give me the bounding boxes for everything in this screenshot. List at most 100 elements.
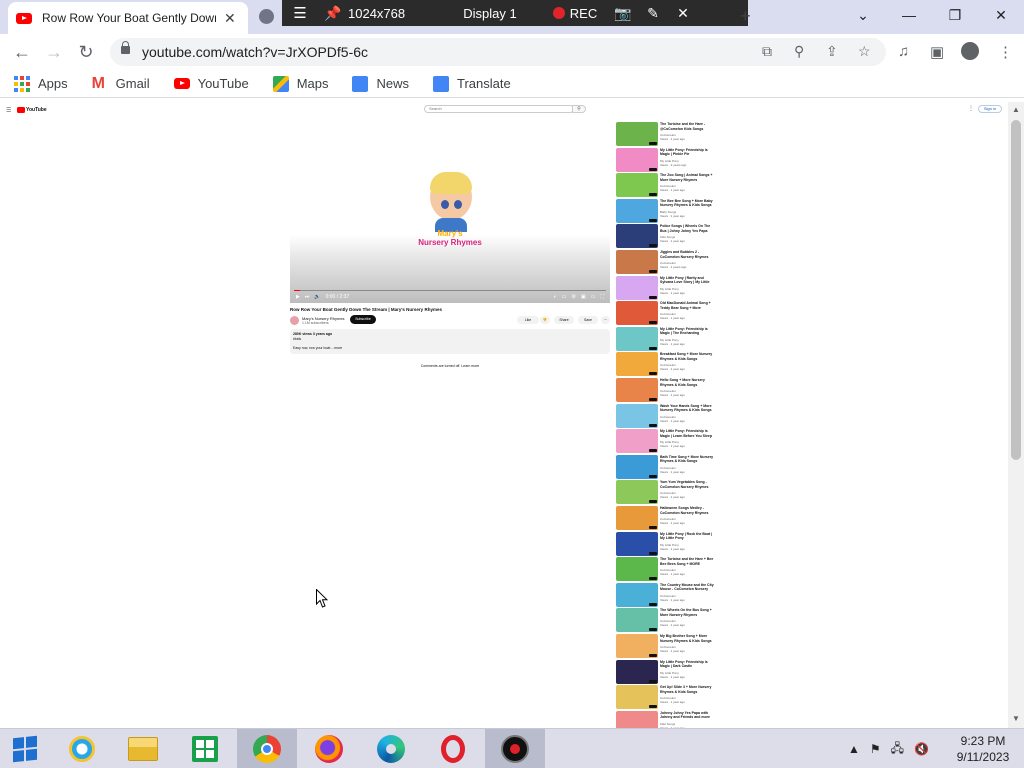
scroll-down-icon[interactable]: ▼ [1012,714,1020,723]
volume-muted-icon[interactable]: 🔇 [914,742,929,756]
related-video-thumbnail[interactable] [616,557,658,582]
related-video-title[interactable]: Breakfast Song + More Nursery Rhymes & K… [660,352,714,361]
back-button[interactable]: ← [10,42,34,63]
youtube-logo[interactable]: YouTube [17,107,47,113]
related-video-title[interactable]: Old MacDonald Animal Song + Teddy Bear S… [660,301,714,310]
related-video-thumbnail[interactable] [616,301,658,326]
related-video-thumbnail[interactable] [616,198,658,223]
bookmark-news[interactable]: News [352,75,409,92]
related-video-title[interactable]: Halloween Songs Medley - CoComelon Nurse… [660,506,714,515]
related-video-item[interactable]: The Tortoise and the Hare + Bee Bee Bees… [616,557,716,582]
bookmark-youtube[interactable]: YouTube [173,76,249,91]
side-panel-icon[interactable]: ▣ [930,43,944,61]
taskbar-recorder[interactable] [485,729,545,768]
related-video-title[interactable]: My Little Pony: Friendship is Magic | Pi… [660,148,714,157]
related-video-title[interactable]: Hello Song + More Nursery Rhymes & Kids … [660,378,714,387]
related-video-title[interactable]: The Zoo Song | Animal Songs + More Nurse… [660,173,714,182]
related-video-item[interactable]: Yum Yum Vegetables Song - CoComelon Nurs… [616,480,716,505]
related-video-thumbnail[interactable] [616,634,658,658]
taskbar-internet-explorer[interactable] [52,729,112,768]
related-video-title[interactable]: My Little Pony | Rock the Boat | My Litt… [660,532,714,541]
related-video-thumbnail[interactable] [616,326,658,351]
related-video-item[interactable]: Get Up! Slide 3 + More Nursery Rhymes & … [616,685,716,710]
address-bar[interactable]: youtube.com/watch?v=JrXOPDf5-6c ⧉ ⚲ ⇪ ☆ [110,38,886,66]
volume-icon[interactable]: 🔈 [314,294,320,300]
related-video-item[interactable]: Hello Song + More Nursery Rhymes & Kids … [616,378,716,403]
related-video-item[interactable]: My Little Pony | Rock the Boat | My Litt… [616,531,716,557]
related-video-item[interactable]: Jiggles and Bubbles 2 - CoComelon Nurser… [616,250,716,275]
new-tab-button[interactable]: + [740,6,751,27]
bookmark-translate[interactable]: Translate [433,75,511,92]
zoom-icon[interactable]: ⚲ [794,43,804,60]
related-video-title[interactable]: The Tortoise and the Hare - @CoComelon K… [660,122,714,131]
related-video-thumbnail[interactable] [616,582,658,607]
related-video-thumbnail[interactable] [616,531,658,556]
related-video-thumbnail[interactable] [616,710,658,728]
dislike-icon[interactable]: 👎 [540,316,550,324]
related-video-item[interactable]: My Little Pony | Rarity and Sylvana Love… [616,275,716,301]
tab-search-icon[interactable]: ⌄ [840,0,886,30]
bookmark-gmail[interactable]: M Gmail [92,75,150,92]
related-video-thumbnail[interactable] [616,122,658,146]
browser-tab-active[interactable]: Row Row Your Boat Gently Down ✕ [8,2,248,34]
menu-icon[interactable]: ☰ [282,0,318,26]
related-video-item[interactable]: My Little Pony: Friendship is Magic | Pi… [616,147,716,173]
tab-close-icon[interactable]: ✕ [224,10,236,27]
related-video-title[interactable]: Johnny Johny Yes Papa with Johnny and Fr… [660,711,714,720]
taskbar-store[interactable] [175,729,235,768]
miniplayer-icon[interactable]: ▣ [581,294,586,300]
url-text[interactable]: youtube.com/watch?v=JrXOPDf5-6c [142,44,368,60]
display-label[interactable]: Display 1 [438,0,542,26]
related-video-item[interactable]: Police Songs | Wheels On The Bus | Johny… [616,224,716,249]
description-box[interactable]: 280K views 3 years ago #kids Easy row, r… [290,329,610,354]
progress-bar[interactable] [294,290,606,291]
related-video-thumbnail[interactable] [616,608,658,633]
related-video-title[interactable]: The Tortoise and the Hare + Bee Bee Bees… [660,557,714,566]
taskbar-file-explorer[interactable] [113,729,173,768]
settings-dots-icon[interactable]: ⋮ [968,105,974,112]
save-button[interactable]: Save [578,316,598,324]
related-video-title[interactable]: Yum Yum Vegetables Song - CoComelon Nurs… [660,480,714,489]
recorder-close-icon[interactable]: ✕ [668,0,698,26]
start-button[interactable] [0,729,50,768]
camera-icon[interactable]: 📷 [608,0,638,26]
related-video-title[interactable]: Get Up! Slide 3 + More Nursery Rhymes & … [660,685,714,694]
taskbar-edge[interactable] [361,729,421,768]
share-icon[interactable]: ⇪ [826,43,838,60]
related-video-title[interactable]: My Little Pony: Friendship is Magic | Da… [660,660,714,669]
related-video-title[interactable]: My Little Pony: Friendship is Magic | Th… [660,327,714,336]
related-video-thumbnail[interactable] [616,506,658,530]
related-video-title[interactable]: My Little Pony: Friendship is Magic | Le… [660,429,714,438]
play-icon[interactable]: ▶ [296,294,300,300]
hamburger-menu-icon[interactable]: ☰ [6,107,11,114]
related-video-item[interactable]: The Bee Bee Song + More Baby Nursery Rhy… [616,198,716,224]
related-video-thumbnail[interactable] [616,352,658,377]
minimize-button[interactable]: — [886,0,932,30]
related-video-item[interactable]: My Big Brother Song + More Nursery Rhyme… [616,634,716,659]
related-video-item[interactable]: Breakfast Song + More Nursery Rhymes & K… [616,352,716,377]
share-button[interactable]: Share [554,316,574,324]
related-video-title[interactable]: Police Songs | Wheels On The Bus | Johny… [660,224,714,233]
related-video-item[interactable]: Wash Your Hands Song + More Nursery Rhym… [616,403,716,429]
lock-icon[interactable] [121,41,130,54]
related-video-item[interactable]: The Wheels On the Bus Song + More Nurser… [616,608,716,633]
globe-tab-icon[interactable] [259,9,274,24]
profile-avatar-icon[interactable] [961,42,979,60]
bookmark-maps[interactable]: Maps [272,75,328,92]
taskbar-chrome[interactable] [237,729,297,768]
bookmark-star-icon[interactable]: ☆ [858,43,871,60]
related-video-thumbnail[interactable] [616,224,658,249]
related-video-item[interactable]: The Country Mouse and the City Mouse - C… [616,582,716,608]
action-center-flag-icon[interactable]: ⚑ [870,742,881,756]
related-video-item[interactable]: My Little Pony: Friendship is Magic | Da… [616,659,716,685]
related-video-thumbnail[interactable] [616,275,658,300]
related-video-title[interactable]: The Bee Bee Song + More Baby Nursery Rhy… [660,199,714,208]
record-button[interactable]: REC [542,0,608,26]
related-video-thumbnail[interactable] [616,147,658,172]
taskbar-clock[interactable]: 9:23 PM 9/11/2023 [948,733,1018,765]
pin-icon[interactable]: 📌 [318,0,348,26]
subscribe-button[interactable]: Subscribe [350,315,376,324]
settings-icon[interactable]: ⚙ [572,294,576,300]
related-video-thumbnail[interactable] [616,429,658,454]
related-video-title[interactable]: The Wheels On the Bus Song + More Nurser… [660,608,714,617]
